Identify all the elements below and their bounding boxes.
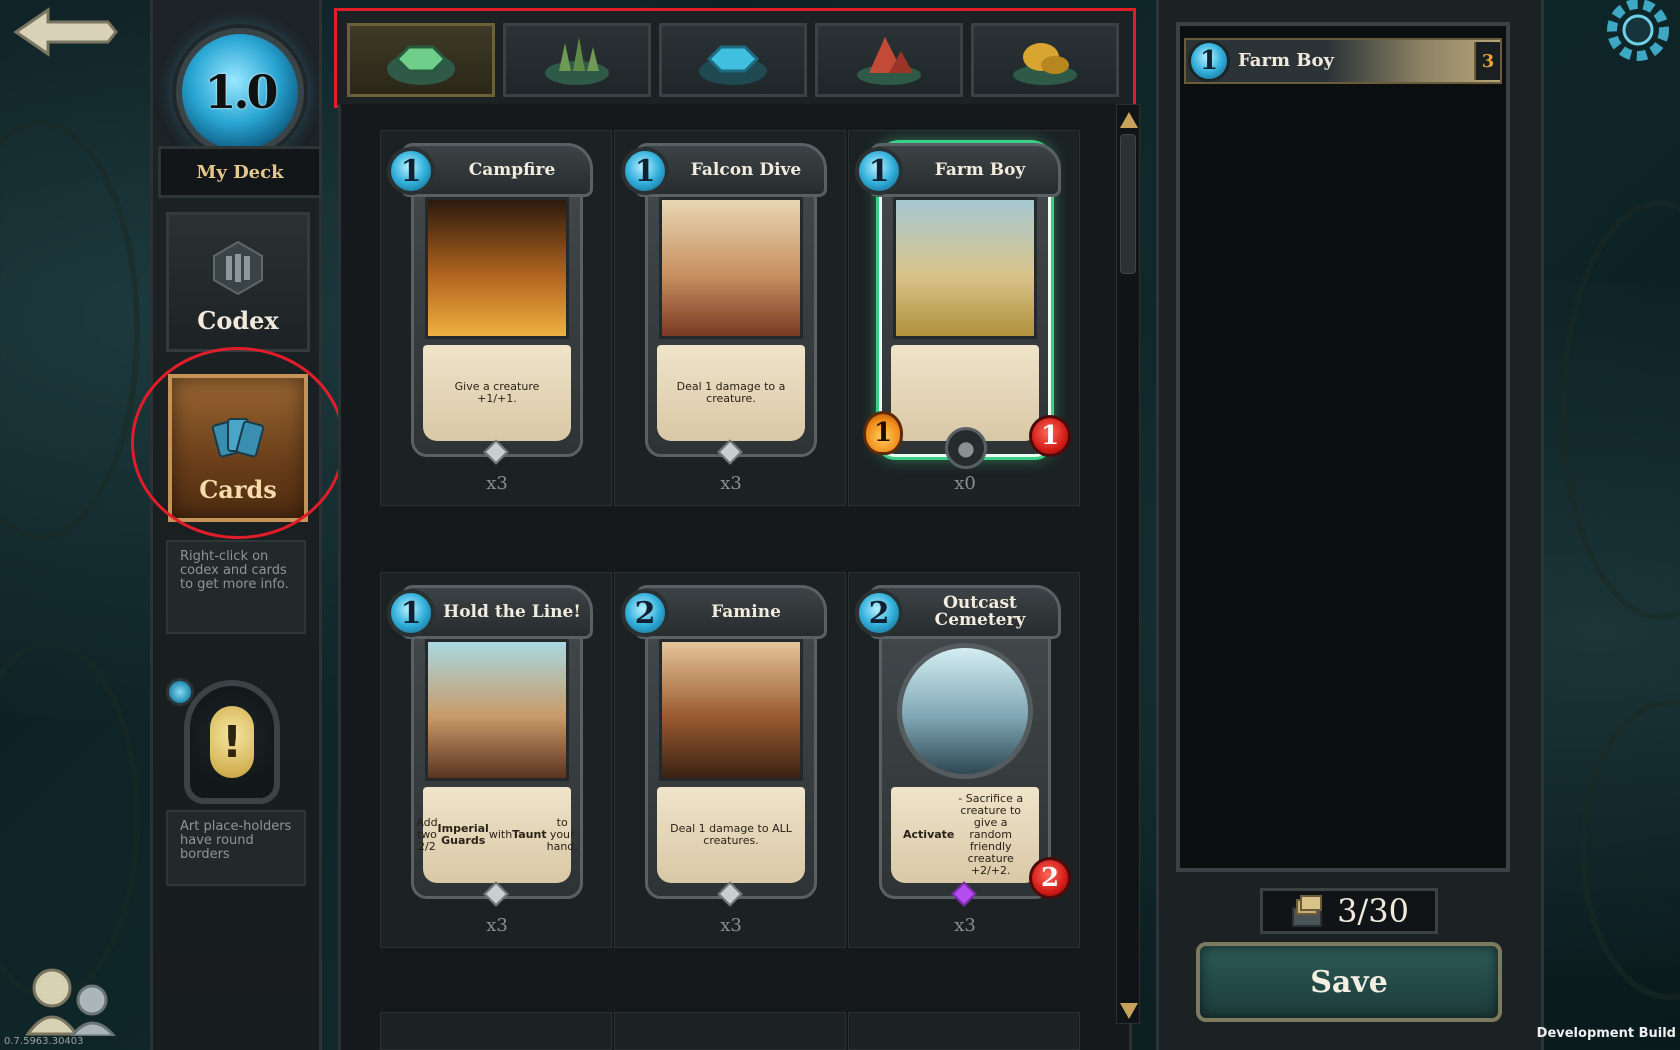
vine-decoration — [1560, 200, 1680, 620]
cards-button[interactable]: Cards — [168, 374, 308, 522]
card-name: Famine — [711, 601, 781, 622]
card-art — [425, 639, 569, 781]
vine-decoration — [0, 120, 140, 540]
attack-stat: 1 — [863, 411, 903, 455]
lock-icon: ● — [945, 427, 987, 469]
exclamation-icon: ! — [210, 706, 254, 778]
card-art-placeholder — [897, 643, 1033, 779]
card-farm-boy[interactable]: Farm Boy 1 ● 1 1 x0 — [849, 131, 1081, 507]
development-build-label: Development Build — [1536, 1026, 1676, 1041]
card-campfire[interactable]: Campfire 1 Give a creature +1/+1. x3 — [381, 131, 613, 507]
filter-tab-gold[interactable] — [971, 23, 1119, 97]
settings-gear-icon[interactable] — [1586, 0, 1678, 76]
card-stack-icon — [1292, 895, 1323, 927]
mana-orb: 1.0 — [176, 28, 304, 156]
card-slot — [614, 1012, 846, 1050]
deck-count-value: 3/30 — [1337, 892, 1409, 930]
card-hold-the-line[interactable]: Hold the Line! 1 Add two 2/2 Imperial Gu… — [381, 573, 613, 949]
deck-list — [1176, 22, 1510, 872]
codex-button[interactable]: Codex — [166, 212, 310, 352]
card-slot: Falcon Dive 1 Deal 1 damage to a creatur… — [614, 130, 846, 506]
codex-label: Codex — [197, 306, 279, 335]
card-owned-count: x3 — [720, 473, 742, 494]
card-cost: 1 — [855, 147, 903, 195]
card-cost: 2 — [855, 589, 903, 637]
filter-tab-water[interactable] — [659, 23, 807, 97]
deck-entry-cost: 1 — [1188, 40, 1230, 82]
all-filter-icon — [387, 45, 455, 85]
scrollbar-thumb[interactable] — [1120, 134, 1136, 274]
card-owned-count: x3 — [720, 915, 742, 936]
alert-button[interactable]: ! — [184, 680, 280, 804]
deck-card-count: 3/30 — [1260, 888, 1438, 934]
codex-icon — [213, 240, 263, 296]
card-art — [893, 197, 1037, 339]
card-owned-count: x3 — [486, 473, 508, 494]
deck-entry-quantity: 3 — [1474, 42, 1500, 80]
card-slot: Famine 2 Deal 1 damage to ALL creatures.… — [614, 572, 846, 948]
mana-value: 1.0 — [204, 65, 278, 119]
card-text: Give a creature +1/+1. — [423, 345, 571, 441]
card-name: Outcast Cemetery — [934, 593, 1026, 630]
notification-dot — [166, 678, 194, 706]
filter-tab-all[interactable] — [347, 23, 495, 97]
card-art — [659, 197, 803, 339]
card-name: Campfire — [468, 159, 556, 180]
back-arrow-icon[interactable] — [8, 6, 118, 58]
card-text: Deal 1 damage to ALL creatures. — [657, 787, 805, 883]
fire-filter-icon — [857, 37, 921, 85]
card-name: Hold the Line! — [443, 601, 581, 622]
card-cost: 1 — [621, 147, 669, 195]
scroll-up-arrow-icon[interactable] — [1120, 112, 1138, 128]
filter-tab-fire[interactable] — [815, 23, 963, 97]
my-deck-button[interactable]: My Deck — [158, 146, 322, 198]
gold-filter-icon — [1013, 43, 1077, 85]
card-slot: Farm Boy 1 ● 1 1 x0 — [848, 130, 1080, 506]
hint-right-click: Right-click on codex and cards to get mo… — [166, 540, 306, 634]
version-label: 0.7.5963.30403 — [4, 1036, 84, 1047]
deck-entry-name: Farm Boy — [1238, 50, 1334, 71]
card-cost: 1 — [387, 147, 435, 195]
card-name: Farm Boy — [934, 159, 1026, 180]
faction-filter-bar — [334, 8, 1136, 108]
card-owned-count: x0 — [954, 473, 976, 494]
nature-filter-icon — [545, 37, 609, 85]
filter-tab-nature[interactable] — [503, 23, 651, 97]
card-owned-count: x3 — [486, 915, 508, 936]
card-text: Deal 1 damage to a creature. — [657, 345, 805, 441]
scroll-down-arrow-icon[interactable] — [1120, 1003, 1138, 1019]
hint-art-placeholders: Art place-holders have round borders — [166, 810, 306, 886]
card-slot — [848, 1012, 1080, 1050]
vine-decoration — [0, 640, 140, 1000]
water-filter-icon — [699, 45, 767, 85]
vine-decoration — [1580, 700, 1680, 1000]
card-owned-count: x3 — [954, 915, 976, 936]
health-stat: 1 — [1029, 415, 1071, 457]
card-outcast-cemetery[interactable]: Outcast Cemetery 2 Activate - Sacrifice … — [849, 573, 1081, 949]
card-name: Falcon Dive — [690, 159, 802, 180]
card-cost: 2 — [621, 589, 669, 637]
deck-entry-farm-boy[interactable]: 1 Farm Boy 3 — [1184, 38, 1502, 84]
card-slot: Hold the Line! 1 Add two 2/2 Imperial Gu… — [380, 572, 612, 948]
card-art — [425, 197, 569, 339]
cards-icon — [211, 418, 265, 458]
cards-label: Cards — [199, 475, 277, 504]
card-slot — [380, 1012, 612, 1050]
card-text: Activate - Sacrifice a creature to give … — [891, 787, 1039, 883]
card-text: Add two 2/2 Imperial Guards with Taunt t… — [416, 787, 578, 883]
card-famine[interactable]: Famine 2 Deal 1 damage to ALL creatures.… — [615, 573, 847, 949]
card-slot: Outcast Cemetery 2 Activate - Sacrifice … — [848, 572, 1080, 948]
card-cost: 1 — [387, 589, 435, 637]
friends-icon[interactable] — [22, 960, 122, 1036]
card-art — [659, 639, 803, 781]
card-falcon-dive[interactable]: Falcon Dive 1 Deal 1 damage to a creatur… — [615, 131, 847, 507]
save-button[interactable]: Save — [1196, 942, 1502, 1022]
card-slot: Campfire 1 Give a creature +1/+1. x3 — [380, 130, 612, 506]
health-stat: 2 — [1029, 857, 1071, 899]
